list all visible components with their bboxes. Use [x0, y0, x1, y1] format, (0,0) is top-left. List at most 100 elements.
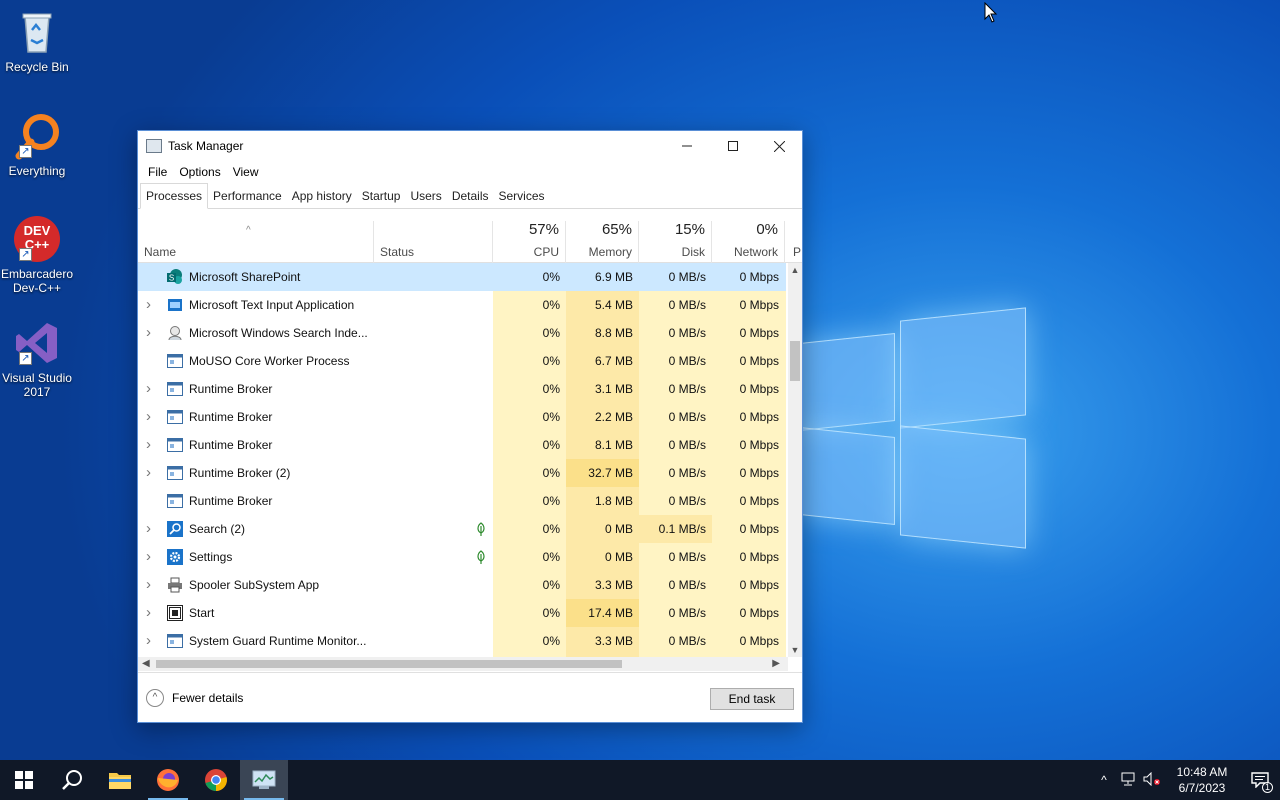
expand-chevron-icon[interactable]: › [146, 515, 158, 543]
scroll-right-icon[interactable]: ▶ [772, 657, 780, 671]
search-indexer-icon [167, 325, 183, 341]
search-button[interactable] [48, 760, 96, 800]
menu-file[interactable]: File [142, 165, 173, 179]
column-power-usage[interactable]: P [785, 221, 802, 263]
network-value: 0 Mbps [739, 410, 779, 424]
process-row[interactable]: › Runtime Broker 0% 2.2 MB 0 MB/s 0 Mbps [138, 403, 786, 431]
horizontal-scrollbar[interactable]: ◀ ▶ [138, 657, 788, 671]
column-disk[interactable]: 15% Disk [639, 221, 712, 263]
scroll-left-icon[interactable]: ◀ [142, 657, 150, 671]
column-cpu[interactable]: 57% CPU [493, 221, 566, 263]
horizontal-scroll-thumb[interactable] [156, 660, 622, 668]
process-row[interactable]: › Search (2) 0% 0 MB 0.1 MB/s 0 Mbps [138, 515, 786, 543]
windows-logo-wallpaper [770, 300, 1040, 560]
column-memory[interactable]: 65% Memory [566, 221, 639, 263]
tab-app-history[interactable]: App history [287, 185, 357, 208]
desktop-icon-visual-studio[interactable]: ↗ Visual Studio 2017 [0, 319, 74, 399]
process-icon [167, 437, 183, 453]
process-row[interactable]: Runtime Broker 0% 1.8 MB 0 MB/s 0 Mbps [138, 487, 786, 515]
taskbar-chrome[interactable] [192, 760, 240, 800]
column-network[interactable]: 0% Network [712, 221, 785, 263]
vertical-scrollbar[interactable]: ▲ ▼ [788, 263, 802, 657]
fewer-details-button[interactable]: ^ Fewer details [146, 689, 243, 707]
expand-chevron-icon[interactable]: › [146, 375, 158, 403]
taskbar-file-explorer[interactable] [96, 760, 144, 800]
scroll-up-icon[interactable]: ▲ [788, 265, 802, 275]
process-row[interactable]: › Runtime Broker (2) 0% 32.7 MB 0 MB/s 0 Mbps [138, 459, 786, 487]
process-row[interactable]: › Start 0% 17.4 MB 0 MB/s 0 Mbps [138, 599, 786, 627]
process-icon [167, 409, 183, 425]
folder-icon [109, 773, 131, 789]
process-row[interactable]: › Runtime Broker 0% 3.1 MB 0 MB/s 0 Mbps [138, 375, 786, 403]
process-icon [167, 633, 183, 649]
volume-muted-icon[interactable] [1140, 771, 1164, 789]
start-button[interactable] [0, 760, 48, 800]
scroll-down-icon[interactable]: ▼ [788, 645, 802, 655]
tab-details[interactable]: Details [447, 185, 494, 208]
network-value: 0 Mbps [739, 466, 779, 480]
network-icon[interactable] [1116, 772, 1140, 789]
process-row[interactable]: S Microsoft SharePoint 0% 6.9 MB 0 MB/s 0 Mbp… [138, 263, 786, 291]
desktop-icon-label: Recycle Bin [5, 60, 69, 74]
desktop-icon-label: Everything [8, 164, 66, 178]
taskbar-clock[interactable]: 10:48 AM 6/7/2023 [1164, 764, 1240, 796]
tab-users[interactable]: Users [405, 185, 446, 208]
process-row[interactable]: › Runtime Broker 0% 8.1 MB 0 MB/s 0 Mbps [138, 431, 786, 459]
clock-time: 10:48 AM [1176, 765, 1228, 779]
process-row[interactable]: › Microsoft Windows Search Inde... 0% 8.8 M… [138, 319, 786, 347]
network-value: 0 Mbps [739, 606, 779, 620]
expand-chevron-icon[interactable]: › [146, 599, 158, 627]
process-icon [167, 465, 183, 481]
disk-value: 0 MB/s [668, 354, 706, 368]
expand-chevron-icon[interactable]: › [146, 291, 158, 319]
process-name: Runtime Broker [189, 494, 273, 508]
expand-chevron-icon[interactable]: › [146, 627, 158, 655]
start-app-icon [167, 605, 183, 621]
column-status[interactable]: Status [374, 221, 493, 263]
menu-options[interactable]: Options [173, 165, 226, 179]
maximize-button[interactable] [710, 131, 756, 161]
memory-value: 32.7 MB [566, 459, 639, 487]
search-icon [62, 770, 82, 790]
tab-performance[interactable]: Performance [208, 185, 287, 208]
show-hidden-icons-chevron-icon[interactable]: ^ [1092, 773, 1116, 787]
desktop-icon-dev-cpp[interactable]: DEV C++ ↗ Embarcadero Dev-C++ [0, 215, 74, 295]
expand-chevron-icon[interactable]: › [146, 459, 158, 487]
end-task-button[interactable]: End task [710, 688, 794, 710]
process-row[interactable]: › Spooler SubSystem App 0% 3.3 MB 0 MB/s 0 Mb… [138, 571, 786, 599]
close-button[interactable] [756, 131, 802, 161]
minimize-button[interactable] [664, 131, 710, 161]
taskbar-firefox[interactable] [144, 760, 192, 800]
cpu-value: 0% [542, 354, 560, 368]
expand-chevron-icon[interactable]: › [146, 431, 158, 459]
expand-chevron-icon[interactable]: › [146, 403, 158, 431]
tab-services[interactable]: Services [494, 185, 550, 208]
process-row[interactable]: › Microsoft Text Input Application 0% 5.4 M… [138, 291, 786, 319]
task-manager-window: Task Manager File Options View Processes… [137, 130, 803, 723]
taskbar-task-manager[interactable] [240, 760, 288, 800]
sort-ascending-icon: ^ [246, 225, 251, 236]
tab-processes[interactable]: Processes [140, 183, 209, 209]
column-name[interactable]: ^ Name [138, 221, 374, 263]
menu-bar: File Options View [138, 161, 802, 183]
cpu-value: 0% [542, 438, 560, 452]
window-title: Task Manager [168, 139, 244, 153]
title-bar[interactable]: Task Manager [138, 131, 802, 161]
process-row[interactable]: › System Guard Runtime Monitor... 0% 3.3 MB… [138, 627, 786, 655]
notification-count-badge: 1 [1262, 782, 1273, 793]
disk-value: 0 MB/s [668, 550, 706, 564]
disk-value: 0 MB/s [668, 494, 706, 508]
expand-chevron-icon[interactable]: › [146, 319, 158, 347]
vertical-scroll-thumb[interactable] [790, 341, 800, 381]
desktop-icon-everything[interactable]: ↗ Everything [0, 112, 74, 178]
menu-view[interactable]: View [227, 165, 265, 179]
action-center-button[interactable]: 1 [1240, 760, 1280, 800]
process-row[interactable]: MoUSO Core Worker Process 0% 6.7 MB 0 MB/s 0… [138, 347, 786, 375]
process-row[interactable]: › Settings 0% 0 MB 0 MB/s 0 Mbps [138, 543, 786, 571]
expand-chevron-icon[interactable]: › [146, 571, 158, 599]
tab-startup[interactable]: Startup [357, 185, 406, 208]
network-value: 0 Mbps [739, 382, 779, 396]
desktop-icon-recycle-bin[interactable]: Recycle Bin [0, 8, 74, 74]
network-value: 0 Mbps [739, 494, 779, 508]
expand-chevron-icon[interactable]: › [146, 543, 158, 571]
